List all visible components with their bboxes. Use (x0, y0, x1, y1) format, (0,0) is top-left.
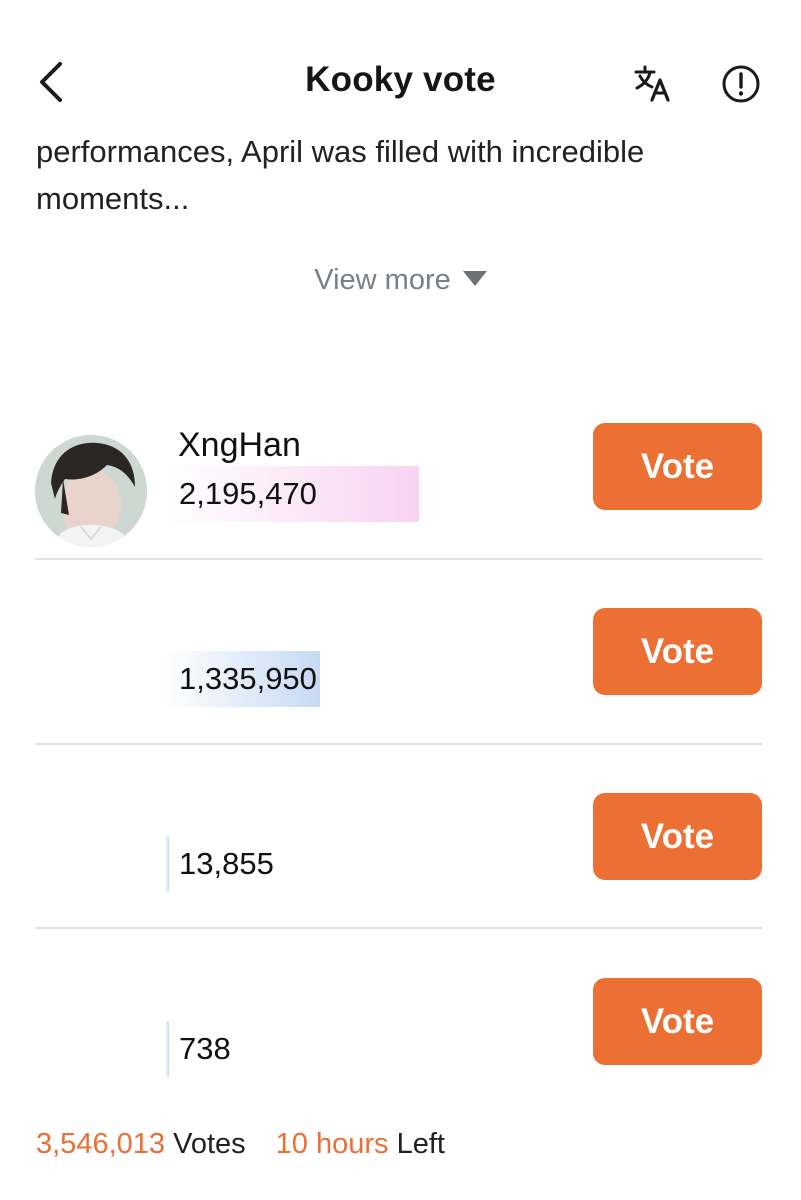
vote-count: 738 (179, 1031, 231, 1066)
app-header: Kooky vote (0, 40, 801, 124)
row-divider (35, 558, 763, 560)
left-label: Left (396, 1128, 445, 1160)
vote-count: 1,335,950 (179, 661, 317, 696)
vote-count: 13,855 (179, 846, 274, 881)
vote-button[interactable]: Vote (593, 608, 762, 695)
row-divider (35, 927, 763, 929)
page-title: Kooky vote (305, 60, 496, 99)
candidate-row: 738 Vote (0, 965, 801, 1150)
vote-button[interactable]: Vote (593, 978, 762, 1065)
vote-button[interactable]: Vote (593, 423, 762, 510)
candidate-row: 13,855 Vote (0, 780, 801, 965)
total-votes: 3,546,013 (36, 1128, 166, 1160)
vote-summary: 3,546,013 Votes 10 hours Left (36, 1128, 445, 1161)
candidate-row: XngHan 2,195,470 Vote (0, 410, 801, 595)
votes-label: Votes (173, 1128, 246, 1160)
vote-count: 2,195,470 (179, 476, 317, 511)
candidate-row: 1,335,950 Vote (0, 595, 801, 780)
vote-description: performances, April was filled with incr… (36, 134, 645, 216)
vote-button[interactable]: Vote (593, 793, 762, 880)
view-more-label: View more (314, 264, 451, 296)
translate-icon[interactable] (633, 64, 673, 104)
row-divider (35, 743, 763, 745)
exclamation-circle-icon[interactable] (720, 63, 762, 105)
caret-down-icon (462, 270, 487, 286)
candidate-name: XngHan (178, 426, 301, 464)
view-more-button[interactable]: View more (0, 264, 801, 297)
vote-share-bar (165, 836, 169, 892)
candidate-avatar (35, 435, 147, 547)
vote-share-bar (165, 1021, 169, 1077)
time-left: 10 hours (275, 1128, 389, 1160)
